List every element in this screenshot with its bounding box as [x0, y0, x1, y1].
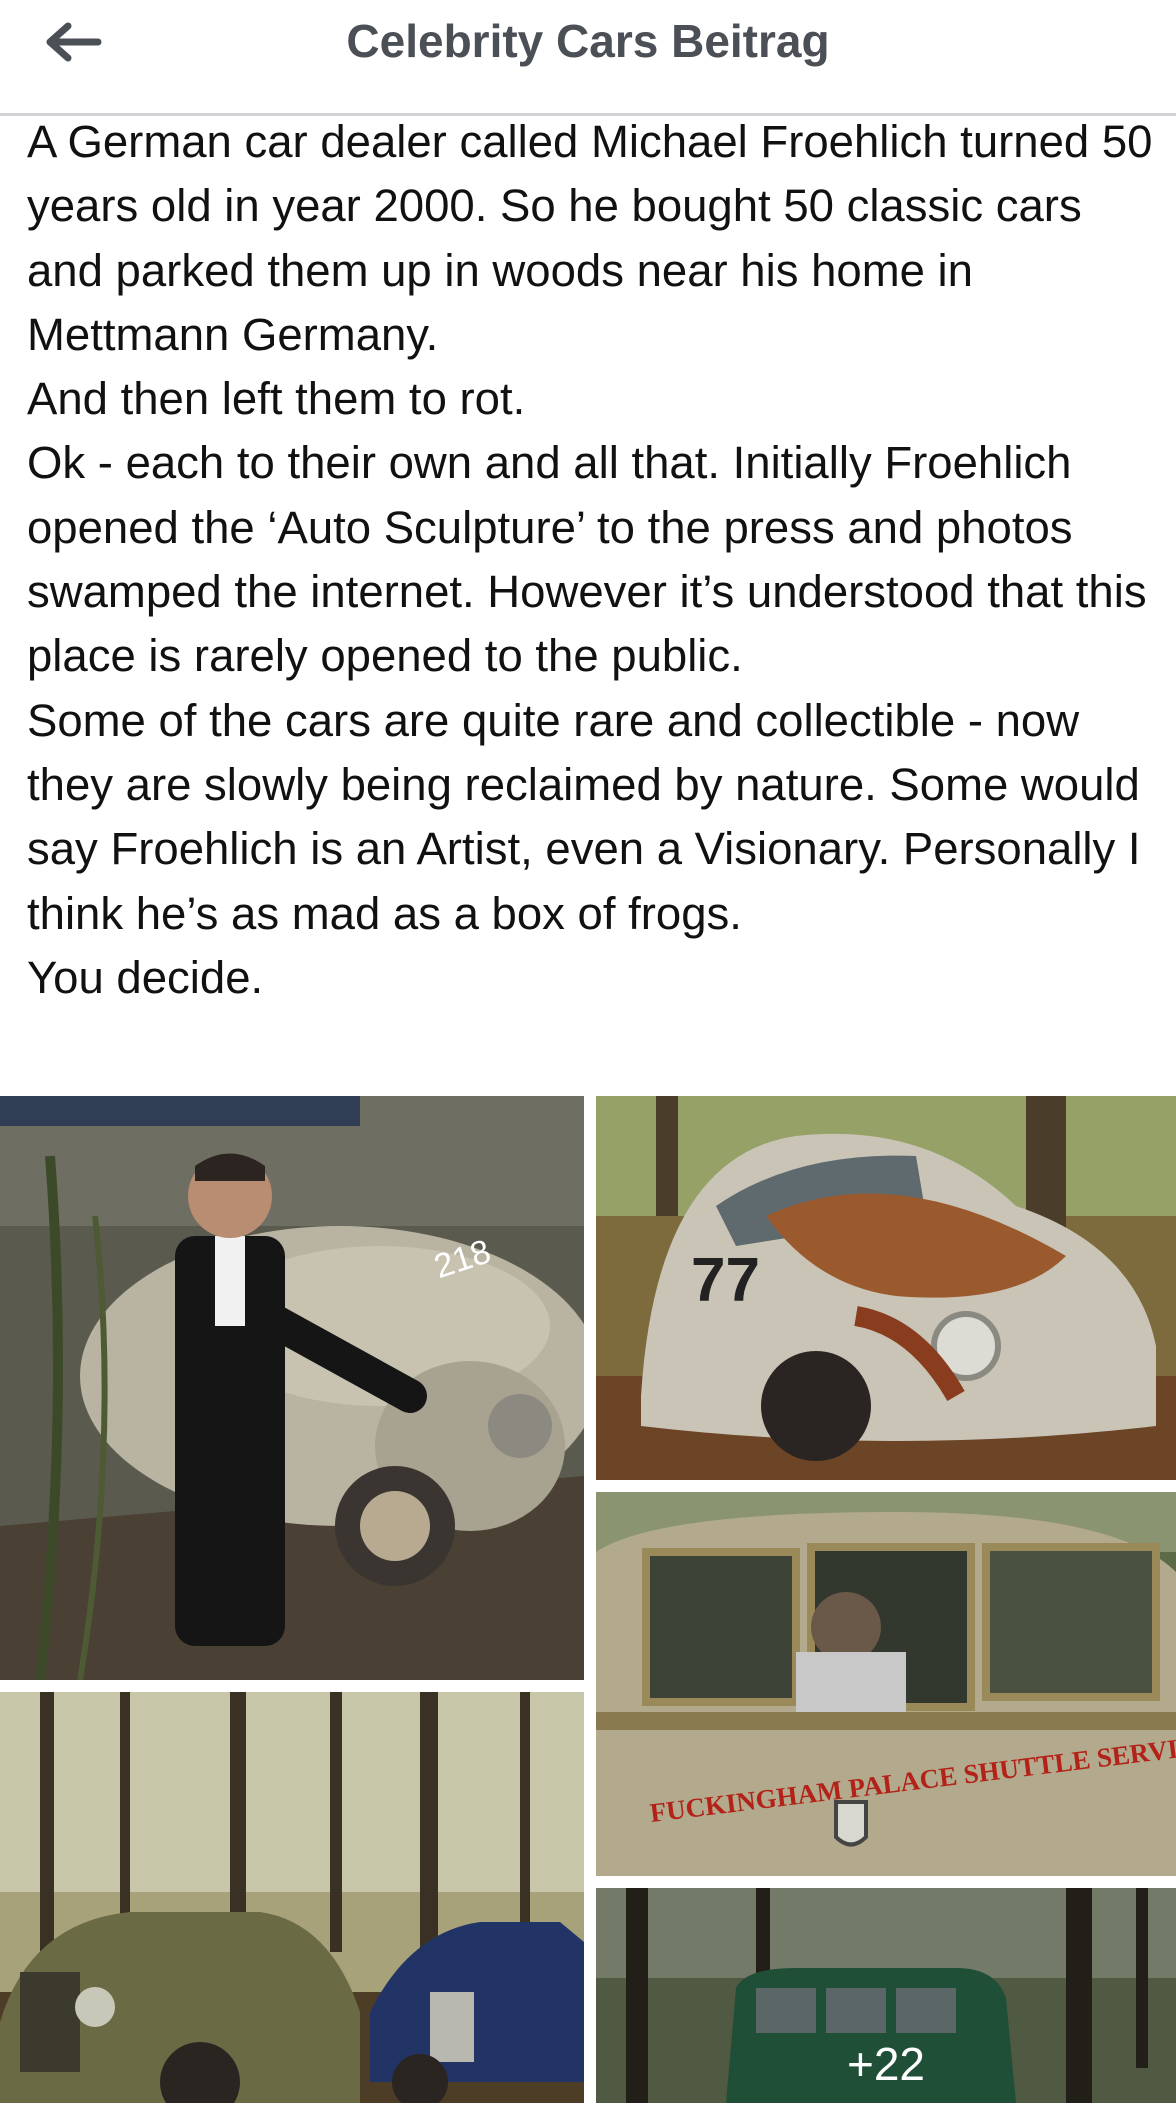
photo-sedans-forest[interactable]: [0, 1692, 584, 2103]
post-paragraph: Ok - each to their own and all that. Ini…: [27, 437, 1147, 682]
post-text: A German car dealer called Michael Froeh…: [27, 110, 1157, 1010]
photo-rusty-porsche[interactable]: 77: [596, 1096, 1176, 1480]
top-bar: Celebrity Cars Beitrag: [0, 0, 1176, 116]
car-number-label: 77: [691, 1246, 760, 1315]
photo-vw-bus[interactable]: +22: [596, 1888, 1176, 2103]
post-paragraph: A German car dealer called Michael Froeh…: [27, 116, 1153, 360]
post-paragraph: You decide.: [27, 951, 264, 1003]
more-photos-count: +22: [846, 2038, 926, 2090]
page-title: Celebrity Cars Beitrag: [346, 15, 830, 67]
post-paragraph: Some of the cars are quite rare and coll…: [27, 694, 1141, 939]
photo-man-with-roadster[interactable]: 218: [0, 1096, 584, 1680]
photo-palace-shuttle[interactable]: FUCKINGHAM PALACE SHUTTLE SERVICE: [596, 1492, 1176, 1876]
post-paragraph: And then left them to rot.: [27, 373, 526, 425]
photo-grid: 218 77 FUCKINGHAM PALACE SHUTTLE SERVICE…: [0, 1096, 1176, 2103]
